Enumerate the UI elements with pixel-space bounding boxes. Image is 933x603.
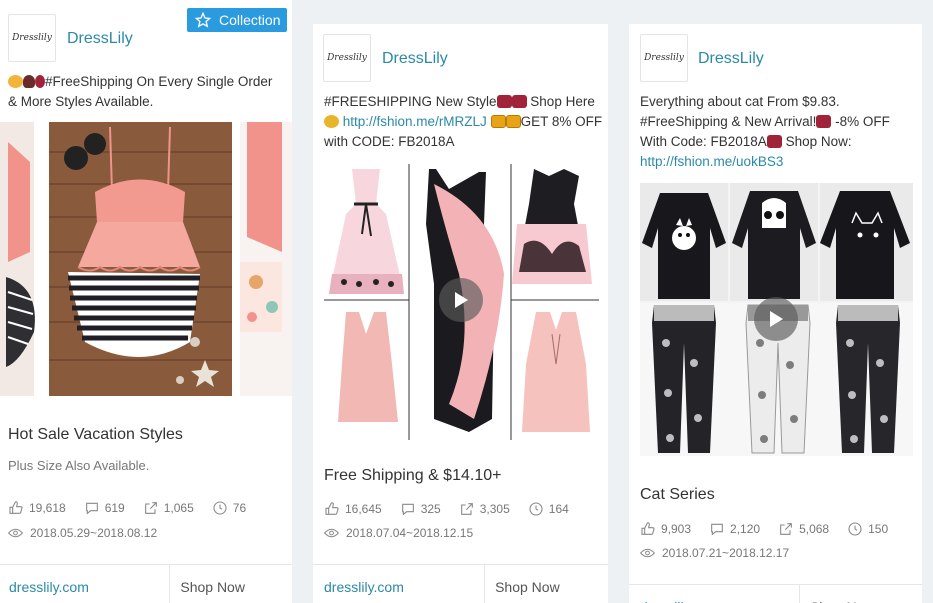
- dress-video[interactable]: [324, 164, 599, 440]
- brand-logo[interactable]: Dresslily: [8, 14, 56, 62]
- shares-stat: 3,305: [459, 501, 510, 517]
- shop-now-button[interactable]: Shop Now: [798, 585, 922, 603]
- share-icon: [780, 523, 792, 535]
- engagement-stats: 16,645 325 3,305 164: [324, 501, 587, 517]
- brand-name[interactable]: DressLily: [382, 50, 448, 68]
- date-range: 2018.05.29~2018.08.12: [8, 526, 157, 540]
- lips-emoji-icon: [766, 135, 782, 148]
- heart-emoji-icon: [23, 75, 35, 88]
- balloon-emoji-icon: [35, 75, 45, 88]
- card-footer: dresslily.com Shop Now: [0, 564, 292, 603]
- comment-icon: [401, 503, 414, 516]
- clock-icon: [213, 501, 227, 515]
- lips-emoji-icon: [816, 115, 832, 128]
- pointing-hand-icon: [324, 115, 339, 128]
- swimsuit-carousel[interactable]: [0, 122, 292, 396]
- smile-emoji-icon: [8, 75, 23, 88]
- comment-icon: [85, 502, 98, 515]
- shares-stat: 1,065: [143, 500, 194, 516]
- views-stat: 150: [847, 521, 888, 537]
- caption-link[interactable]: http://fshion.me/rMRZLJ: [343, 114, 487, 129]
- thumbs-up-icon: [325, 502, 339, 515]
- brand-name[interactable]: DressLily: [67, 30, 133, 48]
- ad-card: Dresslily DressLily Collection #FreeShip…: [0, 0, 292, 603]
- likes-stat: 9,903: [640, 521, 691, 537]
- ad-title: Hot Sale Vacation Styles: [8, 426, 183, 443]
- ad-subtitle: Plus Size Also Available.: [8, 458, 150, 473]
- ad-card: Dresslily DressLily #FREESHIPPING New St…: [313, 24, 608, 603]
- ad-card: Dresslily DressLily Everything about cat…: [629, 24, 922, 603]
- date-range: 2018.07.04~2018.12.15: [324, 526, 473, 540]
- thumbs-up-icon: [9, 501, 23, 514]
- brand-logo[interactable]: Dresslily: [323, 34, 371, 82]
- website-link[interactable]: dresslily.com: [0, 565, 169, 603]
- likes-stat: 16,645: [324, 501, 382, 517]
- collection-button[interactable]: Collection: [187, 8, 287, 32]
- comment-icon: [711, 523, 723, 536]
- clock-icon: [848, 522, 862, 536]
- views-stat: 164: [528, 501, 569, 517]
- post-caption: Everything about cat From $9.83. #FreeSh…: [640, 94, 890, 169]
- caption-link[interactable]: http://fshion.me/uokBS3: [640, 154, 783, 169]
- gift-emoji-icon: [505, 115, 521, 128]
- engagement-stats: 19,618 619 1,065 76: [8, 500, 264, 516]
- card-footer: dresslily.com Shop Now: [313, 564, 608, 603]
- eye-icon: [8, 528, 23, 538]
- clock-icon: [529, 502, 543, 516]
- share-icon: [460, 503, 473, 515]
- play-button[interactable]: [439, 278, 483, 322]
- play-icon: [455, 292, 468, 308]
- star-icon: [195, 12, 211, 28]
- card-footer: dresslily.com Shop Now: [629, 584, 922, 603]
- gift-emoji-icon: [490, 115, 506, 128]
- ad-title: Cat Series: [640, 486, 715, 503]
- date-range: 2018.07.21~2018.12.17: [640, 546, 789, 560]
- shop-now-button[interactable]: Shop Now: [169, 565, 292, 603]
- comments-stat: 325: [400, 501, 441, 517]
- lips-emoji-icon: [496, 95, 512, 108]
- website-link[interactable]: dresslily.com: [629, 585, 799, 603]
- play-button[interactable]: [754, 297, 798, 341]
- website-link[interactable]: dresslily.com: [313, 565, 484, 603]
- post-caption: #FREESHIPPING New Style Shop Here http:/…: [324, 94, 603, 149]
- brand-name[interactable]: DressLily: [698, 50, 764, 68]
- post-caption: #FreeShipping On Every Single Order & Mo…: [8, 74, 273, 109]
- comments-stat: 619: [84, 500, 125, 516]
- eye-icon: [324, 528, 339, 538]
- play-icon: [770, 311, 783, 327]
- likes-stat: 19,618: [8, 500, 66, 516]
- brand-logo[interactable]: Dresslily: [640, 34, 688, 82]
- views-stat: 76: [212, 500, 246, 516]
- cat-series-video[interactable]: [640, 183, 913, 456]
- eye-icon: [640, 548, 655, 558]
- shares-stat: 5,068: [778, 521, 829, 537]
- engagement-stats: 9,903 2,120 5,068 150: [640, 521, 906, 537]
- comments-stat: 2,120: [709, 521, 760, 537]
- lips-emoji-icon: [511, 95, 527, 108]
- thumbs-up-icon: [641, 522, 655, 535]
- ad-title: Free Shipping & $14.10+: [324, 467, 502, 484]
- shop-now-button[interactable]: Shop Now: [484, 565, 608, 603]
- share-icon: [144, 502, 157, 514]
